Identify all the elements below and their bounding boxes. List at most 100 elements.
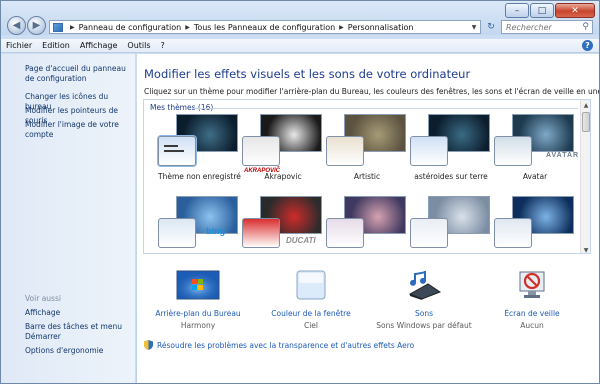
theme-name: Thème non enregistré [158, 172, 241, 181]
see-also-heading: Voir aussi [25, 294, 61, 303]
theme-tile[interactable] [410, 196, 492, 253]
themes-scrollbar[interactable]: ▲ ▼ [580, 100, 590, 254]
back-button[interactable]: ◀ [7, 16, 26, 35]
forward-button[interactable]: ▶ [27, 16, 46, 35]
sidebar-account-picture-link[interactable]: Modifier l'image de votre compte [25, 120, 131, 140]
sounds-label[interactable]: Sons [369, 309, 479, 318]
see-also-display-link[interactable]: Affichage [25, 308, 131, 318]
breadcrumb-chevron-icon: ▶ [339, 23, 344, 31]
desktop-background-setting[interactable]: Arrière-plan du Bureau Harmony [143, 270, 253, 330]
sidebar: Page d'accueil du panneau de configurati… [1, 54, 136, 383]
see-also-ease-of-access-link[interactable]: Options d'ergonomie [25, 346, 131, 356]
theme-name: astéroides sur terre [414, 172, 488, 181]
scroll-down-icon[interactable]: ▼ [581, 245, 590, 254]
see-also-taskbar-link[interactable]: Barre des tâches et menu Démarrer [25, 322, 131, 342]
sounds-icon [408, 271, 442, 300]
desktop-background-label[interactable]: Arrière-plan du Bureau [143, 309, 253, 318]
page-title: Modifier les effets visuels et les sons … [144, 67, 471, 81]
search-icon[interactable]: ⚲ [582, 22, 589, 32]
theme-tile[interactable] [494, 196, 576, 253]
breadcrumb-chevron-icon: ▶ [70, 23, 75, 31]
breadcrumb-chevron-icon: ▶ [185, 23, 190, 31]
theme-color-chip [242, 136, 280, 166]
intro-text: Cliquez sur un thème pour modifier l'arr… [144, 87, 600, 96]
window-controls: – □ ✕ [504, 3, 595, 18]
theme-color-chip [410, 136, 448, 166]
sidebar-home-link[interactable]: Page d'accueil du panneau de configurati… [25, 64, 131, 84]
window-color-value: Ciel [303, 321, 319, 330]
breadcrumb-personalization[interactable]: Personnalisation [348, 23, 414, 32]
menu-edit[interactable]: Edition [37, 41, 75, 50]
window-color-label[interactable]: Couleur de la fenêtre [256, 309, 366, 318]
close-button[interactable]: ✕ [555, 3, 595, 18]
scrollbar-thumb[interactable] [582, 112, 590, 132]
sounds-setting[interactable]: Sons Sons Windows par défaut [369, 270, 479, 330]
theme-tile[interactable]: DUCATI [242, 196, 324, 253]
theme-color-chip [326, 136, 364, 166]
theme-tile[interactable]: astéroides sur terre [410, 114, 492, 184]
menu-help[interactable]: ? [156, 41, 170, 50]
breadcrumb: ▶ Panneau de configuration ▶ Tous les Pa… [66, 23, 414, 32]
troubleshoot-link-text[interactable]: Résoudre les problèmes avec la transpare… [157, 341, 414, 350]
address-bar-row: – □ ✕ ◀ ▶ ▶ Panneau de configuration ▶ T… [1, 1, 599, 35]
search-input[interactable] [506, 22, 578, 32]
menu-view[interactable]: Affichage [75, 41, 123, 50]
breadcrumb-all-panels[interactable]: Tous les Panneaux de configuration [194, 23, 335, 32]
theme-name: Akrapovic [264, 172, 302, 181]
chip-line [164, 145, 178, 147]
forward-arrow-icon: ▶ [32, 20, 41, 31]
help-icon[interactable]: ? [582, 40, 593, 51]
refresh-button[interactable]: ↻ [484, 20, 498, 34]
themes-list: Mes thèmes (16) Thème non enregistré AKRA… [143, 99, 591, 254]
maximize-icon: □ [537, 5, 547, 16]
screensaver-label[interactable]: Écran de veille [477, 309, 587, 318]
chip-line [164, 150, 184, 152]
window-color-setting[interactable]: Couleur de la fenêtre Ciel [256, 270, 366, 330]
scroll-up-icon[interactable]: ▲ [581, 100, 590, 110]
menu-bar: Fichier Edition Affichage Outils ? ? [1, 39, 599, 53]
back-arrow-icon: ◀ [12, 20, 21, 31]
theme-brand-logo: DUCATI [286, 236, 316, 245]
desktop-background-value: Harmony [180, 321, 216, 330]
theme-tile[interactable] [326, 196, 408, 253]
theme-color-chip [242, 218, 280, 248]
sounds-value: Sons Windows par défaut [376, 321, 472, 330]
main-panel: Modifier les effets visuels et les sons … [137, 54, 600, 383]
theme-color-chip [158, 218, 196, 248]
section-divider [192, 108, 578, 109]
control-panel-icon [53, 22, 63, 32]
theme-brand-logo: AVATAR [546, 152, 580, 159]
refresh-icon: ↻ [487, 22, 495, 32]
theme-color-chip [410, 218, 448, 248]
theme-color-chip [494, 136, 532, 166]
theme-tile[interactable]: Artistic [326, 114, 408, 184]
theme-color-chip [326, 218, 364, 248]
menu-file[interactable]: Fichier [1, 41, 37, 50]
screensaver-icon [519, 271, 545, 298]
window-color-icon [296, 270, 326, 300]
desktop-background-icon [176, 270, 220, 300]
theme-color-chip [494, 218, 532, 248]
theme-color-chip [158, 136, 196, 166]
theme-brand-logo: bing [206, 226, 225, 236]
minimize-button[interactable]: – [505, 3, 529, 18]
personalization-window: – □ ✕ ◀ ▶ ▶ Panneau de configuration ▶ T… [0, 0, 600, 384]
breadcrumb-control-panel[interactable]: Panneau de configuration [79, 23, 182, 32]
theme-name: Avatar [522, 172, 548, 181]
shield-icon [144, 340, 153, 350]
address-dropdown-icon[interactable]: ▼ [468, 21, 480, 33]
troubleshoot-aero-link[interactable]: Résoudre les problèmes avec la transpare… [144, 340, 414, 350]
close-icon: ✕ [571, 5, 579, 16]
menu-tools[interactable]: Outils [122, 41, 155, 50]
theme-tile[interactable]: bing [158, 196, 240, 253]
maximize-button[interactable]: □ [530, 3, 554, 18]
theme-tile[interactable]: AVATAR Avatar [494, 114, 580, 184]
minimize-icon: – [514, 5, 520, 16]
address-box[interactable]: ▶ Panneau de configuration ▶ Tous les Pa… [49, 20, 481, 34]
theme-tile[interactable]: Thème non enregistré [158, 114, 241, 184]
screensaver-setting[interactable]: Écran de veille Aucun [477, 270, 587, 330]
theme-tile[interactable]: AKRAPOVIČ Akrapovic [242, 114, 324, 184]
search-box: ⚲ [501, 20, 593, 34]
theme-name: Artistic [353, 172, 381, 181]
screensaver-value: Aucun [520, 321, 544, 330]
